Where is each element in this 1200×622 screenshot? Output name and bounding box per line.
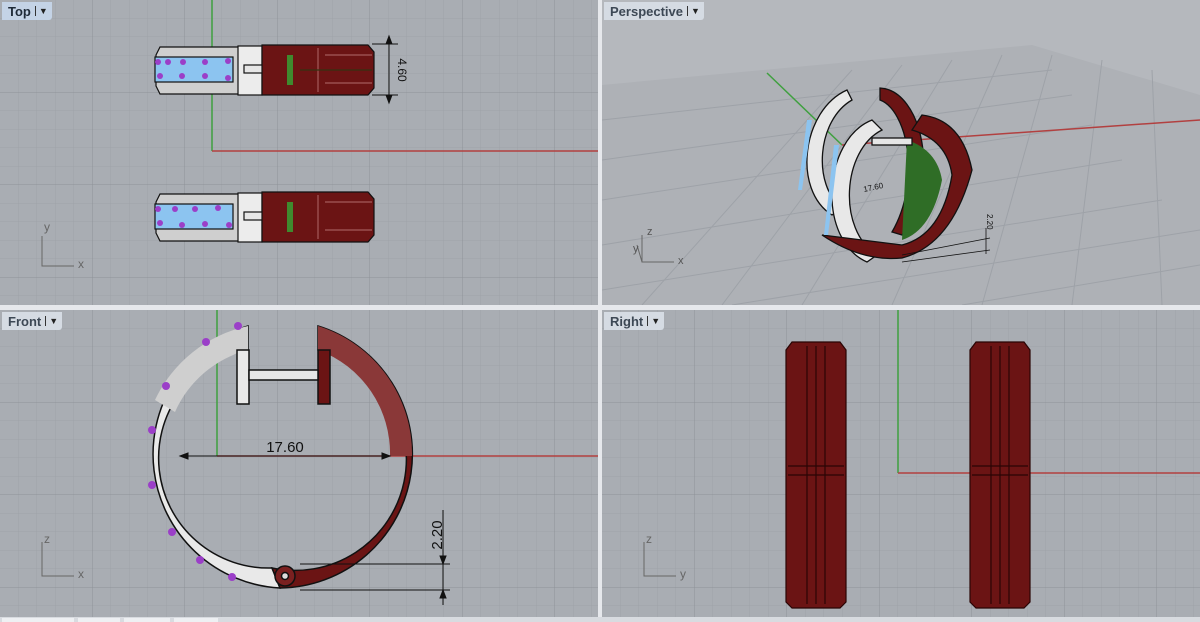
viewport-tab[interactable] bbox=[124, 618, 170, 622]
axis-label-v: z bbox=[646, 532, 652, 546]
viewport-label-right[interactable]: Right ▼ bbox=[604, 312, 665, 330]
viewport-title: Top bbox=[8, 3, 31, 19]
axis-label-h: y bbox=[680, 567, 686, 581]
viewport-tab[interactable] bbox=[2, 618, 74, 622]
triangle-down-icon[interactable]: ▼ bbox=[45, 316, 58, 326]
front-dim-height: 2.20 bbox=[429, 520, 446, 549]
earring-right-2 bbox=[969, 341, 1031, 609]
perspective-grid bbox=[602, 45, 1200, 305]
viewport-label-perspective[interactable]: Perspective ▼ bbox=[604, 2, 704, 20]
axis-label-x: x bbox=[678, 255, 684, 267]
viewport-tab[interactable] bbox=[78, 618, 120, 622]
earring-top-1 bbox=[154, 44, 375, 96]
front-canvas[interactable]: 17.60 2.20 x z bbox=[0, 310, 598, 617]
triangle-down-icon[interactable]: ▼ bbox=[647, 316, 660, 326]
axis-label-y: y bbox=[633, 243, 639, 255]
axis-label-h: x bbox=[78, 567, 84, 581]
triangle-down-icon[interactable]: ▼ bbox=[34, 6, 48, 16]
top-canvas[interactable]: 4.60 x y bbox=[0, 0, 598, 305]
axis-label-v: z bbox=[44, 532, 50, 546]
front-dim-diameter: 17.60 bbox=[266, 439, 304, 456]
top-dimension-text: 4.60 bbox=[395, 58, 409, 82]
viewport-title: Right bbox=[610, 313, 644, 329]
perspective-canvas[interactable]: 2.20 17.60 z x y bbox=[602, 0, 1200, 305]
axis-label-h: x bbox=[78, 257, 84, 271]
earring-right-1 bbox=[785, 341, 847, 609]
viewport-right[interactable]: y z Right ▼ bbox=[602, 310, 1200, 617]
viewport-title: Perspective bbox=[610, 3, 683, 19]
axis-label-z: z bbox=[647, 226, 653, 238]
viewport-tab[interactable] bbox=[174, 618, 218, 622]
triangle-down-icon[interactable]: ▼ bbox=[687, 6, 700, 16]
viewport-top[interactable]: 4.60 x y Top ▼ bbox=[0, 0, 598, 305]
axis-label-v: y bbox=[44, 220, 50, 234]
right-canvas[interactable]: y z bbox=[602, 310, 1200, 617]
viewport-perspective[interactable]: 2.20 17.60 z x y Perspective ▼ bbox=[602, 0, 1200, 305]
viewport-tab-strip bbox=[0, 617, 1200, 622]
viewport-title: Front bbox=[8, 313, 42, 329]
viewport-label-front[interactable]: Front ▼ bbox=[2, 312, 63, 330]
viewport-label-top[interactable]: Top ▼ bbox=[2, 2, 52, 20]
earring-top-2 bbox=[154, 191, 375, 243]
viewport-front[interactable]: 17.60 2.20 x z Front ▼ bbox=[0, 310, 598, 617]
perspective-dim-height: 2.20 bbox=[985, 214, 994, 230]
